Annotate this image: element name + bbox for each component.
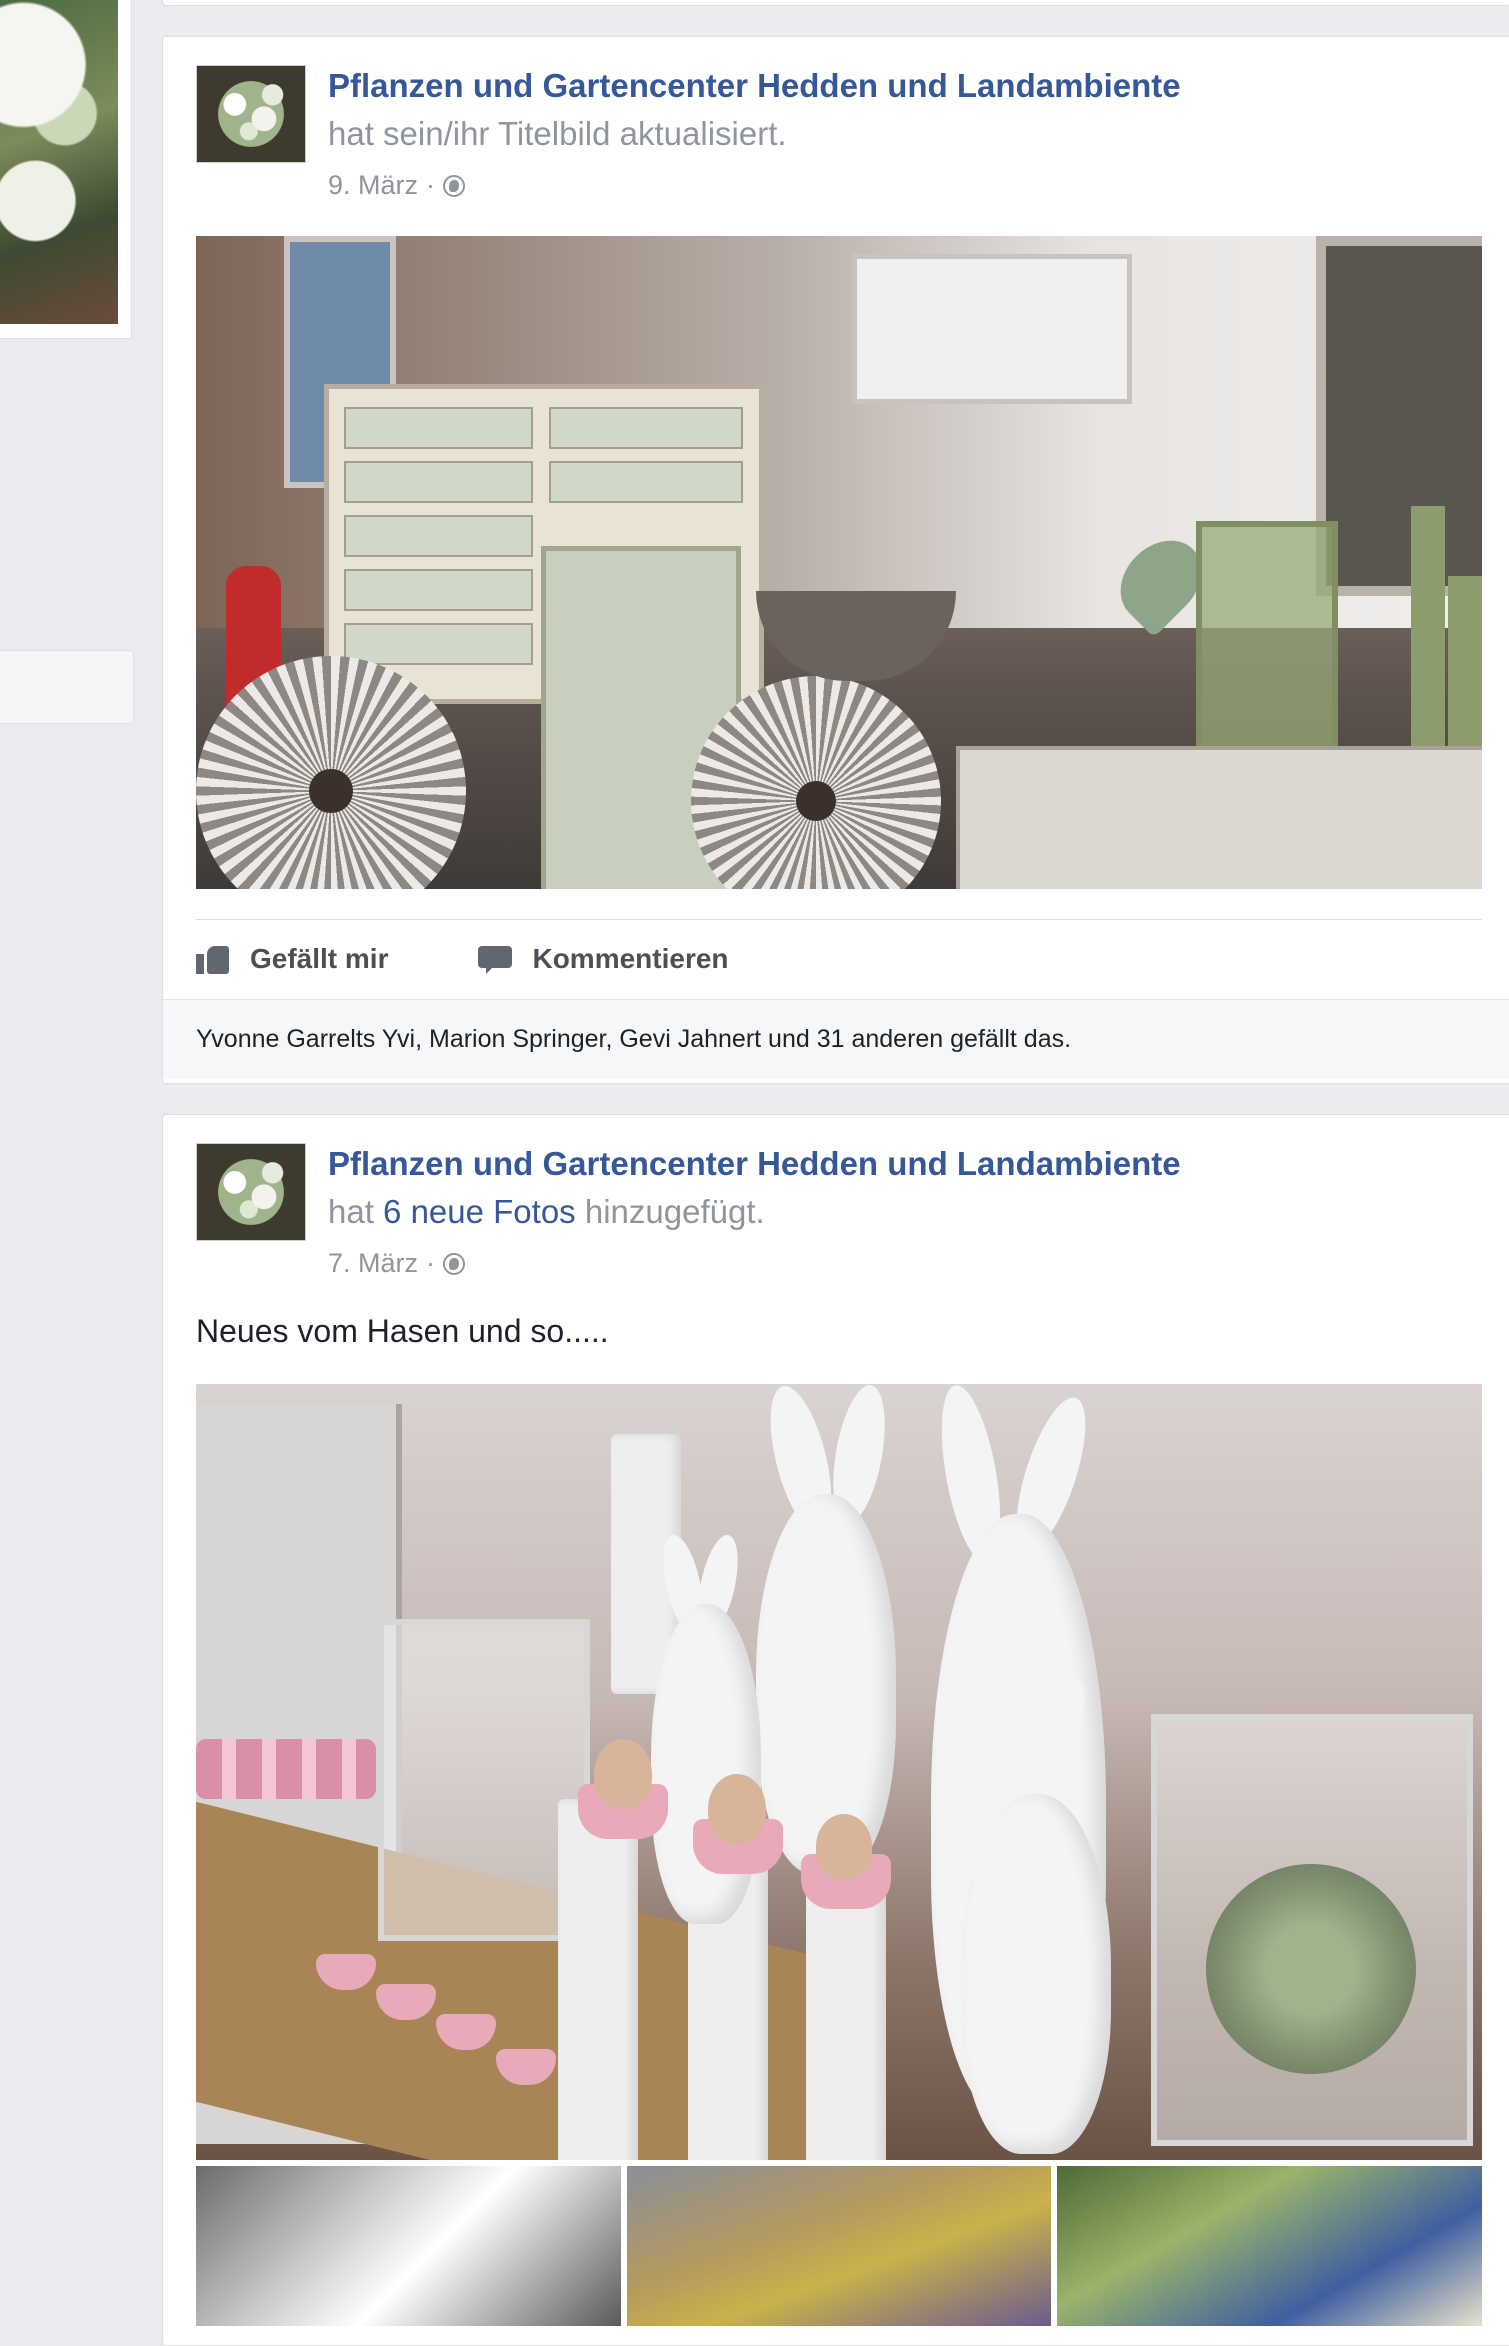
photo-bunny xyxy=(961,1794,1111,2154)
post-date[interactable]: 9. März xyxy=(328,170,418,201)
photo-bunny xyxy=(651,1604,761,1924)
photo-thumbnail[interactable] xyxy=(196,2166,621,2326)
photo-drawer xyxy=(344,515,533,557)
page-avatar[interactable] xyxy=(196,65,306,163)
photo-egg xyxy=(708,1774,766,1844)
photo-moss-ball xyxy=(1206,1864,1416,2074)
photo-pillar xyxy=(558,1799,638,2160)
previous-post-edge xyxy=(162,0,1509,6)
photo-dresser xyxy=(956,746,1482,889)
story-suffix: hinzugefügt. xyxy=(584,1193,765,1230)
photo-pillar xyxy=(806,1884,886,2160)
photo-thumbnail[interactable] xyxy=(1057,2166,1483,2326)
photo-bowl xyxy=(756,591,956,681)
photo-bunny xyxy=(756,1494,896,1874)
story-text: hat 6 neue Fotos hinzugefügt. xyxy=(328,1193,765,1231)
cover-photo[interactable] xyxy=(196,236,1482,889)
page-name-link[interactable]: Pflanzen und Gartencenter Hedden und Lan… xyxy=(328,67,1181,105)
page-avatar[interactable] xyxy=(196,1143,306,1241)
likes-summary: Yvonne Garrelts Yvi, Marion Springer, Ge… xyxy=(163,999,1509,1079)
likes-summary-text[interactable]: Yvonne Garrelts Yvi, Marion Springer, Ge… xyxy=(196,1025,1071,1054)
photo-egg xyxy=(816,1814,872,1879)
photo-drawer xyxy=(549,461,743,503)
left-sidebar-box xyxy=(0,650,134,724)
new-photos-link[interactable]: 6 neue Fotos xyxy=(383,1193,576,1230)
speech-bubble-icon xyxy=(478,944,514,974)
photo-drawer xyxy=(344,569,533,611)
post-new-photos: Pflanzen und Gartencenter Hedden und Lan… xyxy=(162,1114,1509,2346)
like-label: Gefällt mir xyxy=(250,943,389,974)
post-actions: Gefällt mir Kommentieren xyxy=(196,919,1482,998)
globe-icon[interactable] xyxy=(443,1252,466,1275)
meta-separator: · xyxy=(426,1248,436,1278)
photo-drawer xyxy=(344,407,533,449)
post-meta: 9. März · xyxy=(328,170,466,201)
photo-egg xyxy=(594,1739,652,1809)
like-button[interactable]: Gefällt mir xyxy=(196,943,388,975)
comment-button[interactable]: Kommentieren xyxy=(478,943,729,975)
story-text: hat sein/ihr Titelbild aktualisiert. xyxy=(328,115,787,152)
photo-pink-bowls xyxy=(196,1739,376,1799)
photo-drawer xyxy=(344,623,533,665)
post-text: Neues vom Hasen und so..... xyxy=(196,1313,609,1349)
post-cover-photo-update: Pflanzen und Gartencenter Hedden und Lan… xyxy=(162,36,1509,1084)
post-meta: 7. März · xyxy=(328,1248,466,1279)
page-name-link[interactable]: Pflanzen und Gartencenter Hedden und Lan… xyxy=(328,1145,1181,1183)
photo-thumbnail[interactable] xyxy=(626,2166,1052,2326)
globe-icon[interactable] xyxy=(443,174,466,197)
photo-thumbnails xyxy=(196,2166,1483,2326)
post-date[interactable]: 7. März xyxy=(328,1248,418,1279)
photo-drawer xyxy=(549,407,743,449)
story-prefix: hat xyxy=(328,1193,374,1230)
main-photo[interactable] xyxy=(196,1384,1482,2160)
comment-label: Kommentieren xyxy=(532,943,729,974)
meta-separator: · xyxy=(426,170,436,200)
thumbs-up-icon xyxy=(196,944,232,974)
photo-mirror xyxy=(1316,236,1482,596)
photo-crate xyxy=(852,254,1132,404)
photo-drawer xyxy=(344,461,533,503)
left-profile-photo[interactable] xyxy=(0,0,118,324)
left-profile-photo-card xyxy=(0,0,132,339)
